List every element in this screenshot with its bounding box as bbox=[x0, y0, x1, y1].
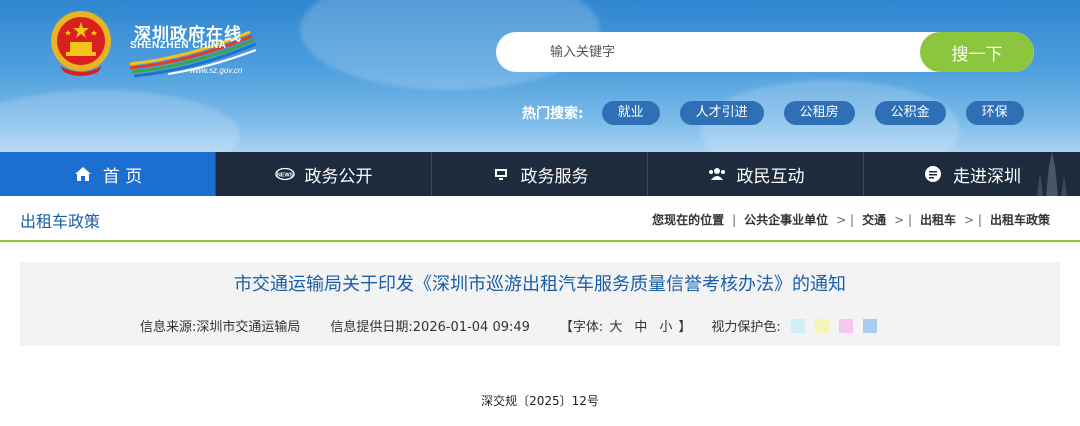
logo-url-text: www.sz.gov.cn bbox=[190, 66, 243, 75]
svg-text:NEWS: NEWS bbox=[276, 172, 293, 178]
nav-label: 政务公开 bbox=[304, 166, 373, 187]
nav-item-government-services[interactable]: 政务服务 bbox=[432, 152, 648, 196]
news-icon: NEWS bbox=[274, 164, 295, 184]
nav-label: 政务服务 bbox=[520, 166, 589, 187]
search-input[interactable] bbox=[496, 32, 920, 72]
hot-tag-environment[interactable]: 环保 bbox=[965, 101, 1024, 125]
vision-color-label: 视力保护色: bbox=[711, 320, 781, 335]
nav-item-interaction[interactable]: 政民互动 bbox=[648, 152, 864, 196]
font-size-label: 【字体: bbox=[559, 320, 604, 335]
article-title: 市交通运输局关于印发《深圳市巡游出租汽车服务质量信誉考核办法》的通知 bbox=[234, 274, 846, 295]
site-header: 深圳政府在线 SHENZHEN CHINA www.sz.gov.cn 搜一下 … bbox=[0, 0, 1080, 152]
hot-tag-jobs[interactable]: 就业 bbox=[601, 101, 660, 125]
hot-tag-talent[interactable]: 人才引进 bbox=[679, 101, 764, 125]
breadcrumb-item-public-units[interactable]: 公共企事业单位 bbox=[744, 211, 828, 228]
font-size-control: 【字体: 大 中 小 】 bbox=[560, 316, 691, 335]
document-number: 深交规〔2025〕12号 bbox=[481, 394, 599, 408]
font-size-label-close: 】 bbox=[678, 320, 692, 335]
hot-tag-housing-fund[interactable]: 公积金 bbox=[874, 101, 946, 125]
font-size-small-button[interactable]: 小 bbox=[659, 316, 672, 335]
users-icon bbox=[707, 164, 727, 184]
vision-color-yellow-swatch[interactable] bbox=[814, 318, 829, 333]
nav-label: 政民互动 bbox=[736, 166, 805, 187]
breadcrumb-separator: > | bbox=[964, 212, 982, 227]
hot-search-label: 热门搜索: bbox=[522, 106, 584, 122]
hot-search: 热门搜索: 就业 人才引进 公租房 公积金 环保 bbox=[522, 100, 1044, 126]
article-header: 市交通运输局关于印发《深圳市巡游出租汽车服务质量信誉考核办法》的通知 信息来源:… bbox=[20, 262, 1060, 346]
breadcrumb-separator: | bbox=[732, 212, 737, 227]
search-box: 搜一下 bbox=[496, 32, 1034, 72]
info-date: 信息提供日期:2026-01-04 09:49 bbox=[330, 320, 530, 335]
font-size-medium-button[interactable]: 中 bbox=[634, 316, 647, 335]
site-logo[interactable]: 深圳政府在线 SHENZHEN CHINA www.sz.gov.cn bbox=[128, 20, 258, 80]
info-bubble-icon bbox=[923, 164, 943, 184]
logo-en-text: SHENZHEN CHINA bbox=[130, 40, 227, 51]
nav-item-about-shenzhen[interactable]: 走进深圳 bbox=[864, 152, 1080, 196]
vision-color-cyan-swatch[interactable] bbox=[790, 318, 805, 333]
monitor-icon bbox=[491, 164, 511, 184]
tower-decoration-icon bbox=[1037, 152, 1067, 196]
info-source: 信息来源:深圳市交通运输局 bbox=[140, 320, 301, 335]
breadcrumb-item-transport[interactable]: 交通 bbox=[862, 211, 886, 228]
nav-item-government-info[interactable]: NEWS 政务公开 bbox=[216, 152, 432, 196]
breadcrumb-bar: 出租车政策 您现在的位置 | 公共企事业单位 > | 交通 > | 出租车 > … bbox=[0, 196, 1080, 242]
breadcrumb: 您现在的位置 | 公共企事业单位 > | 交通 > | 出租车 > | 出租车政… bbox=[652, 211, 1050, 228]
breadcrumb-item-taxi-policy[interactable]: 出租车政策 bbox=[990, 211, 1050, 228]
vision-color-blue-swatch[interactable] bbox=[862, 318, 877, 333]
main-nav: 首 页 NEWS 政务公开 政务服务 政民互动 走进深圳 bbox=[0, 152, 1080, 196]
breadcrumb-item-taxi[interactable]: 出租车 bbox=[920, 211, 956, 228]
nav-item-home[interactable]: 首 页 bbox=[0, 152, 216, 196]
hot-tag-public-housing[interactable]: 公租房 bbox=[783, 101, 855, 125]
national-emblem-icon bbox=[51, 11, 111, 76]
search-button[interactable]: 搜一下 bbox=[920, 32, 1034, 72]
breadcrumb-prefix: 您现在的位置 bbox=[652, 213, 725, 227]
font-size-large-button[interactable]: 大 bbox=[609, 316, 622, 335]
breadcrumb-separator: > | bbox=[836, 212, 855, 227]
vision-color-pink-swatch[interactable] bbox=[838, 318, 853, 333]
nav-label: 首 页 bbox=[102, 166, 143, 187]
nav-label: 走进深圳 bbox=[953, 166, 1021, 187]
home-icon bbox=[73, 164, 93, 184]
section-title: 出租车政策 bbox=[20, 212, 101, 231]
breadcrumb-separator: > | bbox=[894, 212, 913, 227]
article-meta: 信息来源:深圳市交通运输局 信息提供日期:2026-01-04 09:49 【字… bbox=[140, 316, 877, 335]
header-cloud bbox=[0, 90, 240, 152]
